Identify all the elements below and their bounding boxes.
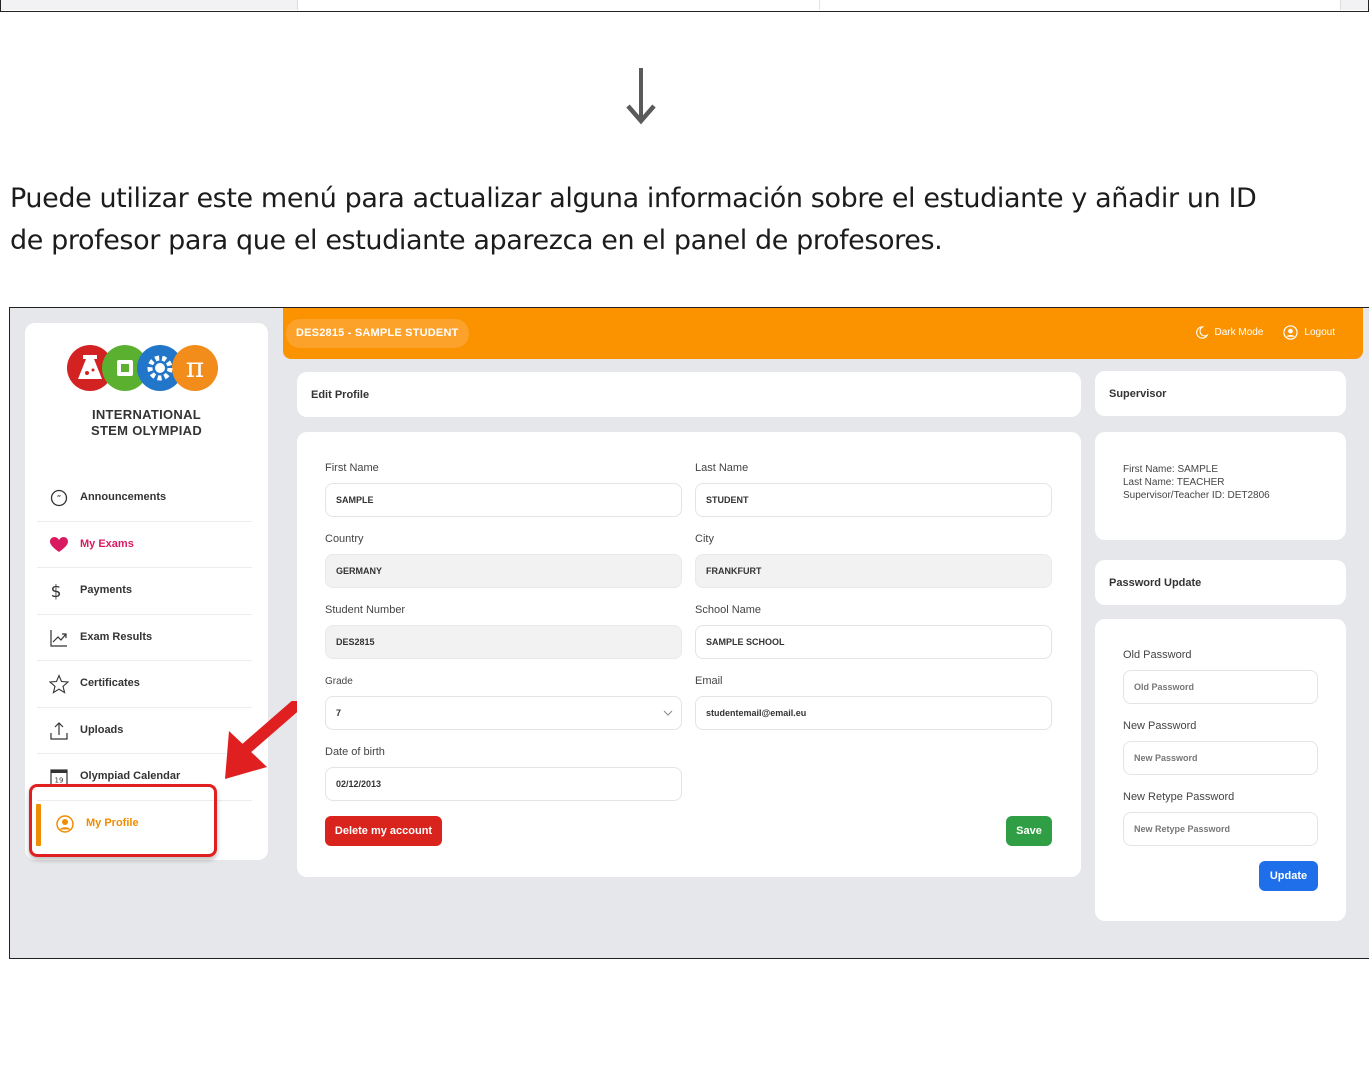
sidebar-item-payments[interactable]: $ Payments	[37, 568, 252, 615]
first-name-label: First Name	[325, 462, 379, 474]
sidebar-item-label: Certificates	[80, 677, 140, 689]
previous-screenshot-right-edge	[1340, 0, 1368, 10]
grade-select[interactable]: 7	[325, 696, 682, 730]
student-number-label: Student Number	[325, 604, 406, 616]
last-name-label: Last Name	[695, 462, 749, 474]
update-button[interactable]: Update	[1259, 861, 1318, 891]
line-chart-icon	[50, 629, 67, 647]
speech-bubble-icon: ”	[50, 489, 68, 507]
student-number-field: DES2815	[325, 625, 682, 659]
city-label: City	[695, 533, 714, 545]
password-update-title: Password Update	[1109, 577, 1202, 589]
moon-icon	[1195, 326, 1209, 339]
chevron-down-icon	[663, 710, 673, 716]
dark-mode-label: Dark Mode	[1214, 327, 1264, 338]
sidebar-item-label: Uploads	[80, 723, 124, 736]
dark-mode-toggle[interactable]: Dark Mode	[1194, 325, 1264, 340]
grade-label: Grade	[325, 676, 353, 687]
country-label: Country	[325, 533, 364, 545]
page: Puede utilizar este menú para actualizar…	[0, 0, 1369, 1072]
brand-line-1: INTERNATIONAL	[91, 407, 202, 422]
city-field: FRANKFURT	[695, 554, 1052, 588]
retype-password-label: New Retype Password	[1123, 791, 1235, 803]
old-password-label: Old Password	[1123, 649, 1192, 661]
instruction-line-1: Puede utilizar este menú para actualizar…	[10, 183, 1257, 214]
delete-account-button[interactable]: Delete my account	[325, 816, 442, 846]
supervisor-first-name: First Name: SAMPLE	[1123, 464, 1219, 475]
user-badge: DES2815 - SAMPLE STUDENT	[286, 319, 469, 348]
user-circle-icon	[1283, 325, 1299, 340]
brand-name: INTERNATIONAL STEM OLYMPIAD	[25, 407, 268, 439]
top-bar: DES2815 - SAMPLE STUDENT Dark Mode Logou…	[283, 308, 1363, 359]
top-actions: Dark Mode Logout	[1180, 325, 1335, 340]
old-password-input[interactable]: Old Password	[1123, 670, 1318, 704]
star-icon	[49, 674, 69, 694]
svg-text:$: $	[51, 582, 62, 601]
supervisor-teacher-id: Supervisor/Teacher ID: DET2806	[1123, 490, 1270, 501]
sidebar-item-exam-results[interactable]: Exam Results	[37, 615, 252, 661]
sidebar-item-label: Payments	[80, 584, 132, 596]
previous-screenshot-frame	[0, 0, 1369, 12]
supervisor-info-card: First Name: SAMPLE Last Name: TEACHER Su…	[1095, 432, 1346, 540]
supervisor-details: First Name: SAMPLE Last Name: TEACHER Su…	[1123, 463, 1270, 502]
svg-text:”: ”	[57, 495, 62, 505]
stem-olympiad-logo-icon: π	[67, 345, 218, 391]
app-screenshot: π INTERNATIONAL STEM OLYMPIAD ” Announce…	[9, 307, 1369, 959]
brand-line-2: STEM OLYMPIAD	[90, 423, 203, 438]
upload-icon	[50, 721, 68, 740]
sidebar-item-label: Exam Results	[80, 630, 153, 643]
previous-screenshot-divider	[819, 0, 820, 10]
supervisor-title: Supervisor	[1109, 388, 1167, 400]
sidebar-item-label: Announcements	[80, 491, 167, 503]
email-label: Email	[695, 675, 723, 687]
red-pointer-arrow-icon	[225, 701, 301, 779]
down-arrow-icon	[626, 68, 656, 125]
new-password-input[interactable]: New Password	[1123, 741, 1318, 775]
my-profile-highlight-box	[29, 784, 217, 857]
new-password-label: New Password	[1123, 720, 1197, 732]
date-of-birth-field[interactable]: 02/12/2013	[325, 767, 682, 801]
school-name-field[interactable]: SAMPLE SCHOOL	[695, 625, 1052, 659]
instruction-line-2: de profesor para que el estudiante apare…	[10, 225, 943, 256]
sidebar-item-announcements[interactable]: ” Announcements	[37, 475, 252, 522]
sidebar-item-label: My Exams	[80, 537, 134, 550]
heart-icon	[50, 536, 68, 552]
logout-button[interactable]: Logout	[1283, 325, 1335, 340]
school-name-label: School Name	[695, 604, 762, 616]
edit-profile-title: Edit Profile	[311, 389, 370, 401]
svg-text:π: π	[186, 351, 204, 384]
dollar-icon: $	[51, 582, 62, 601]
instruction-text: Puede utilizar este menú para actualizar…	[10, 178, 1369, 262]
date-of-birth-label: Date of birth	[325, 746, 385, 758]
sidebar-item-my-exams[interactable]: My Exams	[37, 522, 252, 568]
grade-value: 7	[336, 708, 342, 718]
country-field: GERMANY	[325, 554, 682, 588]
edit-profile-form: First Name SAMPLE Last Name STUDENT Coun…	[297, 432, 1081, 877]
previous-screenshot-sidebar-edge	[1, 0, 298, 10]
password-update-form: Old Password Old Password New Password N…	[1095, 619, 1346, 921]
edit-profile-header-card: Edit Profile	[297, 372, 1081, 417]
supervisor-header-card: Supervisor	[1095, 371, 1346, 416]
first-name-field[interactable]: SAMPLE	[325, 483, 682, 517]
password-update-header-card: Password Update	[1095, 560, 1346, 605]
email-field[interactable]: studentemail@email.eu	[695, 696, 1052, 730]
retype-password-input[interactable]: New Retype Password	[1123, 812, 1318, 846]
last-name-field[interactable]: STUDENT	[695, 483, 1052, 517]
save-button[interactable]: Save	[1006, 816, 1052, 846]
supervisor-last-name: Last Name: TEACHER	[1123, 477, 1225, 488]
logout-label: Logout	[1304, 327, 1335, 338]
sidebar-item-label: Olympiad Calendar	[80, 770, 181, 782]
